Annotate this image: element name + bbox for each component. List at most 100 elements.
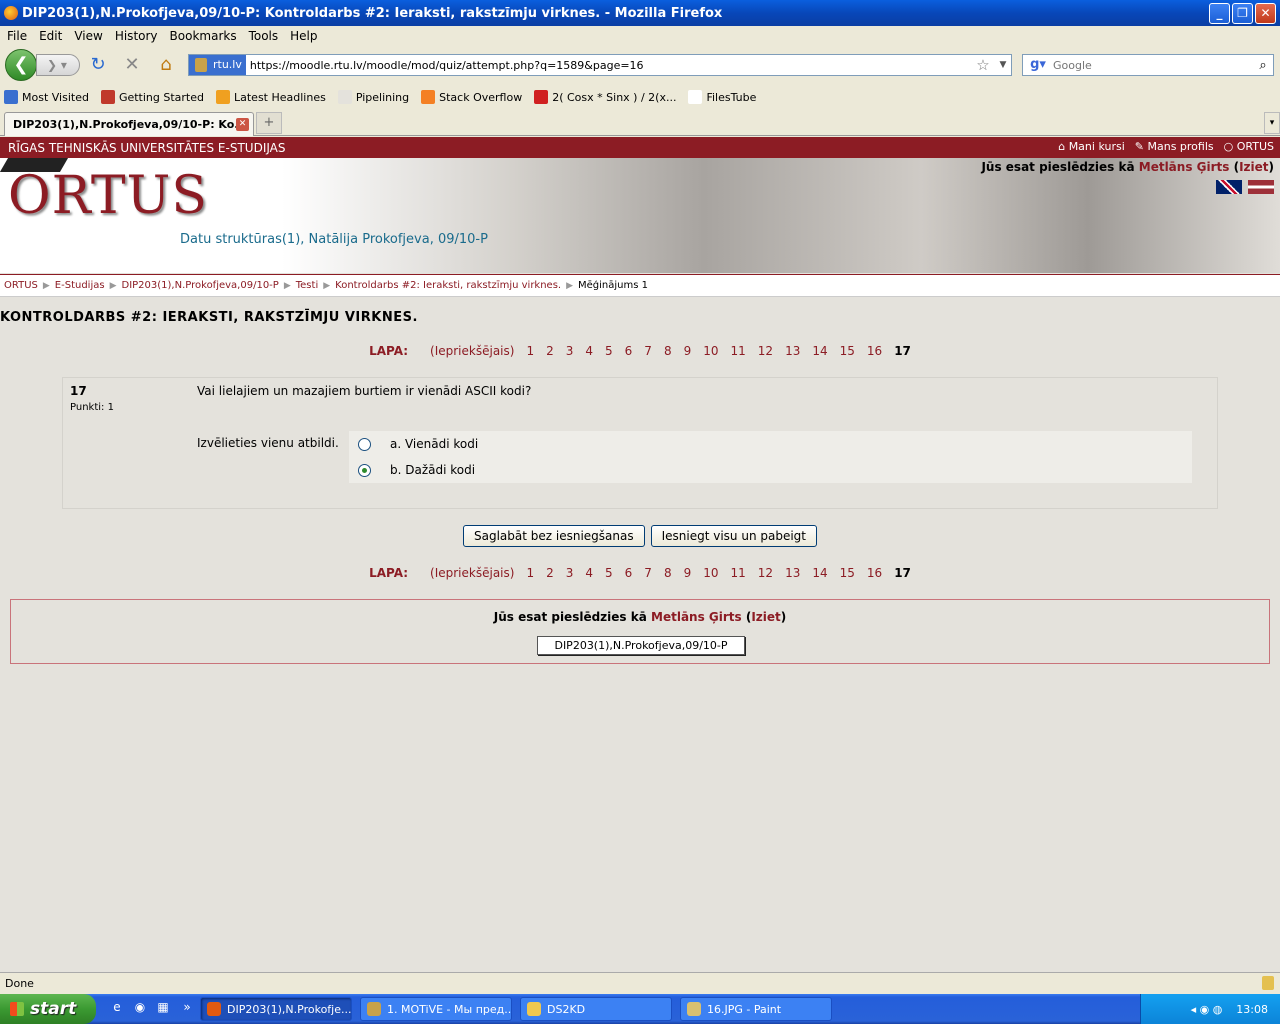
ortus-logo[interactable]: ORTUS — [8, 166, 208, 226]
page-link[interactable]: 6 — [625, 566, 633, 580]
my-courses-link[interactable]: ⌂ Mani kursi — [1058, 140, 1125, 153]
page-link[interactable]: 3 — [566, 344, 574, 358]
page-link[interactable]: 9 — [684, 566, 692, 580]
page-link[interactable]: 16 — [867, 566, 882, 580]
page-link[interactable]: 13 — [785, 344, 800, 358]
page-link[interactable]: 1 — [526, 566, 534, 580]
page-link[interactable]: 12 — [758, 344, 773, 358]
new-tab-button[interactable]: + — [256, 112, 282, 134]
search-bar[interactable]: g▾ ⌕ — [1022, 54, 1274, 76]
search-input[interactable] — [1053, 58, 1253, 72]
breadcrumb-quiz[interactable]: Kontroldarbs #2: Ieraksti, rakstzīmju vi… — [335, 280, 561, 291]
task-motive[interactable]: 1. MOTiVE - Мы пред... — [360, 997, 512, 1021]
breadcrumb-ortus[interactable]: ORTUS — [4, 280, 38, 291]
bookmark-item[interactable]: Pipelining — [337, 90, 409, 104]
list-all-tabs-button[interactable]: ▾ — [1264, 112, 1280, 134]
latvian-flag-icon[interactable] — [1248, 180, 1274, 194]
menu-file[interactable]: File — [7, 29, 27, 43]
reload-icon[interactable]: ↻ — [87, 55, 109, 75]
page-link[interactable]: 11 — [731, 566, 746, 580]
save-without-submit-button[interactable]: Saglabāt bez iesniegšanas — [462, 525, 645, 547]
url-dropdown-icon[interactable]: ▼ — [995, 60, 1011, 70]
page-link[interactable]: 14 — [812, 566, 827, 580]
menu-help[interactable]: Help — [290, 29, 317, 43]
page-link[interactable]: 14 — [812, 344, 827, 358]
page-link[interactable]: 4 — [585, 344, 593, 358]
page-link[interactable]: 8 — [664, 566, 672, 580]
address-bar[interactable]: rtu.lv ☆ ▼ — [188, 54, 1012, 76]
page-link[interactable]: 12 — [758, 566, 773, 580]
site-identity-button[interactable]: rtu.lv — [189, 55, 246, 75]
bookmark-item[interactable]: Stack Overflow — [421, 90, 522, 104]
task-folder[interactable]: DS2KD — [520, 997, 672, 1021]
forward-button[interactable]: ❯ ▾ — [36, 54, 80, 76]
lock-icon[interactable] — [1262, 976, 1274, 990]
footer-user-link[interactable]: Metlāns Ģirts — [651, 610, 742, 624]
page-link[interactable]: 16 — [867, 344, 882, 358]
breadcrumb-tests[interactable]: Testi — [296, 280, 318, 291]
url-input[interactable] — [245, 56, 971, 74]
back-button[interactable]: ❮ — [5, 49, 37, 81]
previous-page-link[interactable]: (Iepriekšējais) — [430, 344, 514, 358]
page-link[interactable]: 10 — [703, 566, 718, 580]
home-icon[interactable]: ⌂ — [155, 55, 177, 75]
google-engine-icon[interactable]: g▾ — [1023, 55, 1053, 75]
bookmark-star-icon[interactable]: ☆ — [971, 56, 995, 74]
bookmark-item[interactable]: Most Visited — [4, 90, 89, 104]
user-link[interactable]: Metlāns Ģirts — [1139, 160, 1230, 174]
tab-quiz[interactable]: DIP203(1),N.Prokofjeva,09/10-P: Ko... ✕ — [4, 112, 254, 136]
close-tab-icon[interactable]: ✕ — [236, 118, 249, 131]
previous-page-link[interactable]: (Iepriekšējais) — [430, 566, 514, 580]
menu-tools[interactable]: Tools — [249, 29, 279, 43]
page-link[interactable]: 2 — [546, 566, 554, 580]
answer-option-a[interactable]: a. Vienādi kodi — [349, 431, 1192, 457]
page-link[interactable]: 3 — [566, 566, 574, 580]
page-link[interactable]: 15 — [840, 566, 855, 580]
ie-quicklaunch-icon[interactable]: e — [108, 1000, 126, 1018]
calculator-quicklaunch-icon[interactable]: ▦ — [154, 1000, 172, 1018]
radio-button[interactable] — [358, 463, 371, 477]
bookmark-item[interactable]: Latest Headlines — [216, 90, 326, 104]
menu-bookmarks[interactable]: Bookmarks — [170, 29, 237, 43]
task-firefox[interactable]: DIP203(1),N.Prokofje... — [200, 997, 352, 1021]
submit-all-button[interactable]: Iesniegt visu un pabeigt — [650, 525, 817, 547]
breadcrumb-course[interactable]: DIP203(1),N.Prokofjeva,09/10-P — [122, 280, 279, 291]
menu-edit[interactable]: Edit — [39, 29, 62, 43]
breadcrumb-estudijas[interactable]: E-Studijas — [55, 280, 105, 291]
stop-icon[interactable]: ✕ — [121, 55, 143, 75]
english-flag-icon[interactable] — [1216, 180, 1242, 194]
page-link[interactable]: 7 — [644, 566, 652, 580]
page-link[interactable]: 4 — [585, 566, 593, 580]
page-link[interactable]: 7 — [644, 344, 652, 358]
answer-option-b[interactable]: b. Dažādi kodi — [349, 457, 1192, 483]
maximize-button[interactable]: ❐ — [1232, 3, 1253, 24]
page-link[interactable]: 13 — [785, 566, 800, 580]
footer-logout-link[interactable]: Iziet — [751, 610, 780, 624]
page-link[interactable]: 2 — [546, 344, 554, 358]
start-button[interactable]: start — [0, 994, 96, 1024]
menu-history[interactable]: History — [115, 29, 158, 43]
search-icon[interactable]: ⌕ — [1253, 58, 1273, 73]
more-quicklaunch-icon[interactable]: » — [178, 1000, 196, 1018]
page-link[interactable]: 1 — [526, 344, 534, 358]
minimize-button[interactable]: _ — [1209, 3, 1230, 24]
page-link[interactable]: 10 — [703, 344, 718, 358]
close-button[interactable]: ✕ — [1255, 3, 1276, 24]
page-link[interactable]: 9 — [684, 344, 692, 358]
page-link[interactable]: 5 — [605, 344, 613, 358]
radio-button[interactable] — [358, 437, 371, 451]
bookmark-item[interactable]: FilesTube — [688, 90, 756, 104]
tray-icons[interactable]: ◂ ◉ ◍ — [1191, 1003, 1223, 1016]
page-link[interactable]: 5 — [605, 566, 613, 580]
bookmark-item[interactable]: Getting Started — [100, 90, 204, 104]
firefox-quicklaunch-icon[interactable]: ◉ — [131, 1000, 149, 1018]
menu-view[interactable]: View — [74, 29, 102, 43]
bookmark-item[interactable]: 2( Cosx * Sinx ) / 2(x... — [534, 90, 676, 104]
page-link[interactable]: 15 — [840, 344, 855, 358]
course-home-button[interactable]: DIP203(1),N.Prokofjeva,09/10-P — [537, 636, 745, 655]
page-link[interactable]: 8 — [664, 344, 672, 358]
task-paint[interactable]: 16.JPG - Paint — [680, 997, 832, 1021]
ortus-link[interactable]: ○ ORTUS — [1224, 140, 1274, 153]
page-link[interactable]: 6 — [625, 344, 633, 358]
my-profile-link[interactable]: ✎ Mans profils — [1135, 140, 1214, 153]
